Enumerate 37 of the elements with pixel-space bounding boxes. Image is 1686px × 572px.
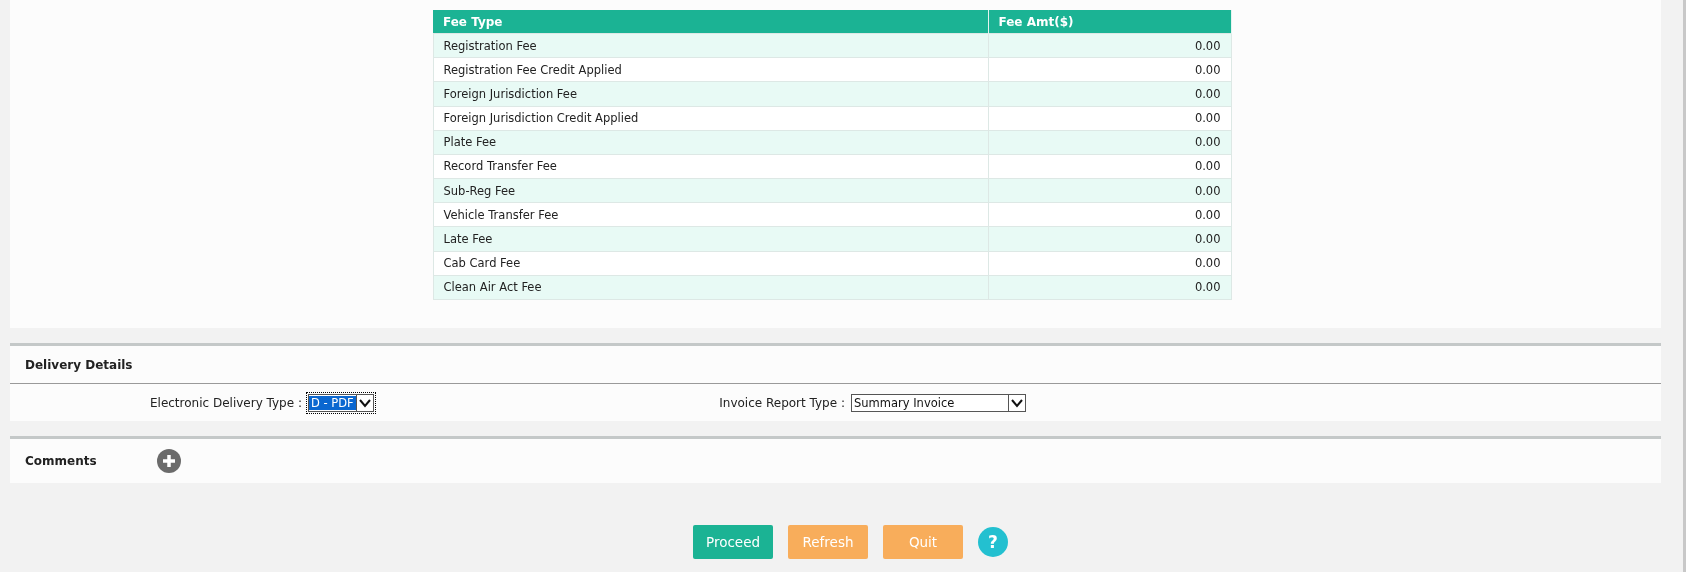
action-button[interactable]: Quit [883,525,963,559]
table-cell: Vehicle Transfer Fee [433,202,988,227]
table-cell: 0.00 [988,33,1231,58]
table-cell: Late Fee [433,226,988,252]
table-cell: Plate Fee [433,130,988,155]
column-header: Fee Type [433,10,988,34]
table-cell: 0.00 [988,106,1231,131]
table-cell: 0.00 [988,130,1231,155]
dropdown[interactable]: Summary Invoice [851,393,1026,412]
table-cell: 0.00 [988,57,1231,82]
action-button[interactable]: Refresh [788,525,868,559]
table-cell: Registration Fee Credit Applied [433,57,988,82]
table-cell: Foreign Jurisdiction Credit Applied [433,106,988,131]
table-cell: Cab Card Fee [433,251,988,276]
table-cell: Registration Fee [433,33,988,58]
section-title: Delivery Details [25,357,133,372]
table-cell: 0.00 [988,81,1231,106]
table-cell: Foreign Jurisdiction Fee [433,81,988,106]
table-cell: Clean Air Act Fee [433,275,988,300]
chevron-icon [1008,394,1025,411]
table-cell: 0.00 [988,226,1231,252]
table-cell: 0.00 [988,178,1231,203]
table-cell: Sub-Reg Fee [433,178,988,203]
field-label: Electronic Delivery Type : [149,395,302,410]
dropdown[interactable]: D - PDF [308,393,374,412]
field-label: Invoice Report Type : [719,395,845,410]
table-cell: 0.00 [988,251,1231,276]
help-button[interactable]: ? [978,527,1008,557]
table-cell: 0.00 [988,275,1231,300]
add-icon[interactable] [156,449,181,473]
column-header: Fee Amt($) [988,10,1231,34]
proceed-button[interactable]: Proceed [693,525,773,559]
table-cell: 0.00 [988,154,1231,179]
chevron-icon [356,394,373,411]
table-cell: 0.00 [988,202,1231,227]
table-cell: Record Transfer Fee [433,154,988,179]
section-title: Comments [25,454,97,468]
